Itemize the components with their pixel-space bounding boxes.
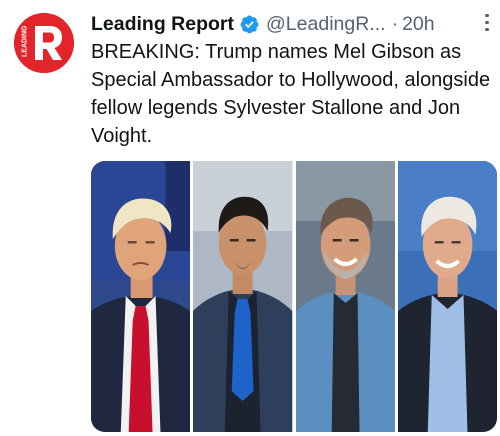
tweet-card[interactable]: LEADING Leading Report @LeadingR... · 20… [0, 0, 500, 436]
tweet-header: Leading Report @LeadingR... · 20h [91, 9, 435, 39]
photo-1[interactable] [91, 161, 191, 432]
more-options-icon[interactable] [484, 14, 490, 36]
avatar[interactable]: LEADING [14, 13, 74, 73]
verified-badge-icon [240, 15, 259, 33]
tweet-text: BREAKING: Trump names Mel Gibson as Spec… [91, 41, 491, 147]
stallone-photo [193, 161, 293, 432]
photo-3[interactable] [295, 161, 395, 432]
voight-photo [397, 161, 497, 432]
trump-photo [91, 161, 191, 432]
separator-dot: · [391, 12, 399, 35]
author-handle[interactable]: @LeadingR... [266, 13, 386, 36]
media-grid[interactable] [91, 161, 497, 432]
gibson-photo [295, 161, 395, 432]
author-name[interactable]: Leading Report [91, 13, 234, 36]
photo-2[interactable] [193, 161, 293, 432]
svg-text:LEADING: LEADING [22, 25, 29, 57]
leading-report-logo: LEADING [14, 13, 74, 73]
photo-4[interactable] [397, 161, 497, 432]
timestamp[interactable]: 20h [402, 13, 435, 36]
